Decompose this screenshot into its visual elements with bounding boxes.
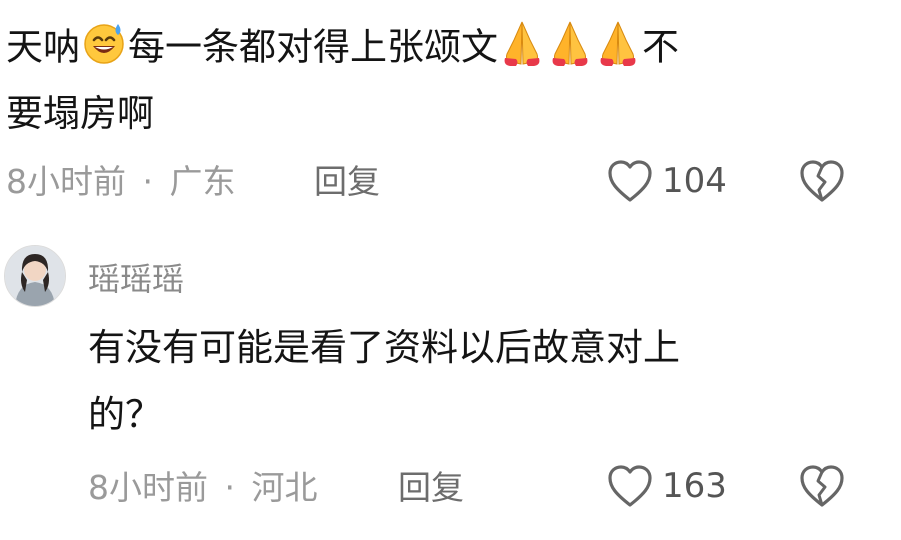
comment-2-reply-button[interactable]: 回复 bbox=[398, 468, 464, 508]
folded-hands-icon bbox=[595, 18, 641, 80]
comment-1-dislike-button[interactable] bbox=[798, 158, 846, 204]
comment-1-like-button[interactable]: 104 bbox=[606, 158, 727, 204]
comment-2-dislike-button[interactable] bbox=[798, 463, 846, 509]
comment-2-like-count: 163 bbox=[662, 466, 727, 506]
comment-1-time: 8小时前 bbox=[6, 162, 126, 201]
comment-1-meta: 8小时前 · 广东 bbox=[6, 162, 236, 202]
username[interactable]: 瑶瑶瑶 bbox=[88, 259, 184, 299]
comment-2-like-button[interactable]: 163 bbox=[606, 463, 727, 509]
comment-2-text-line2: 的？ bbox=[88, 393, 162, 436]
comment-1-reply-button[interactable]: 回复 bbox=[314, 162, 380, 202]
comment-2-location: 河北 bbox=[251, 468, 318, 507]
comment-1-location: 广东 bbox=[169, 162, 236, 201]
comment-1-text-part1: 天呐 bbox=[6, 25, 80, 69]
avatar[interactable] bbox=[4, 245, 66, 307]
meta-separator: · bbox=[224, 468, 236, 507]
comment-1-like-count: 104 bbox=[662, 161, 727, 201]
heart-outline-icon bbox=[606, 158, 654, 204]
folded-hands-icon bbox=[547, 18, 593, 80]
heart-outline-icon bbox=[606, 463, 654, 509]
comment-1-text-part3: 不 bbox=[642, 25, 679, 69]
comment-2-time: 8小时前 bbox=[88, 468, 208, 507]
comment-2: 瑶瑶瑶 有没有可能是看了资料以后故意对上 的？ 8小时前 · 河北 回复 163 bbox=[0, 225, 901, 540]
broken-heart-icon bbox=[798, 463, 846, 509]
comment-1-text-line2: 要塌房啊 bbox=[6, 92, 154, 135]
meta-separator: · bbox=[142, 162, 154, 201]
comment-2-text-line1: 有没有可能是看了资料以后故意对上 bbox=[88, 326, 680, 369]
comment-2-meta: 8小时前 · 河北 bbox=[88, 468, 318, 508]
broken-heart-icon bbox=[798, 158, 846, 204]
comment-1: 天呐 每一条都对得上张颂文 不 要塌房啊 8小时前 · 广东 回复 104 bbox=[0, 0, 901, 215]
comment-1-text-part2: 每一条都对得上张颂文 bbox=[128, 25, 498, 69]
comment-1-text-line1: 天呐 每一条都对得上张颂文 不 bbox=[6, 18, 679, 80]
folded-hands-icon bbox=[499, 18, 545, 80]
sweat-smile-emoji-icon bbox=[81, 20, 127, 78]
